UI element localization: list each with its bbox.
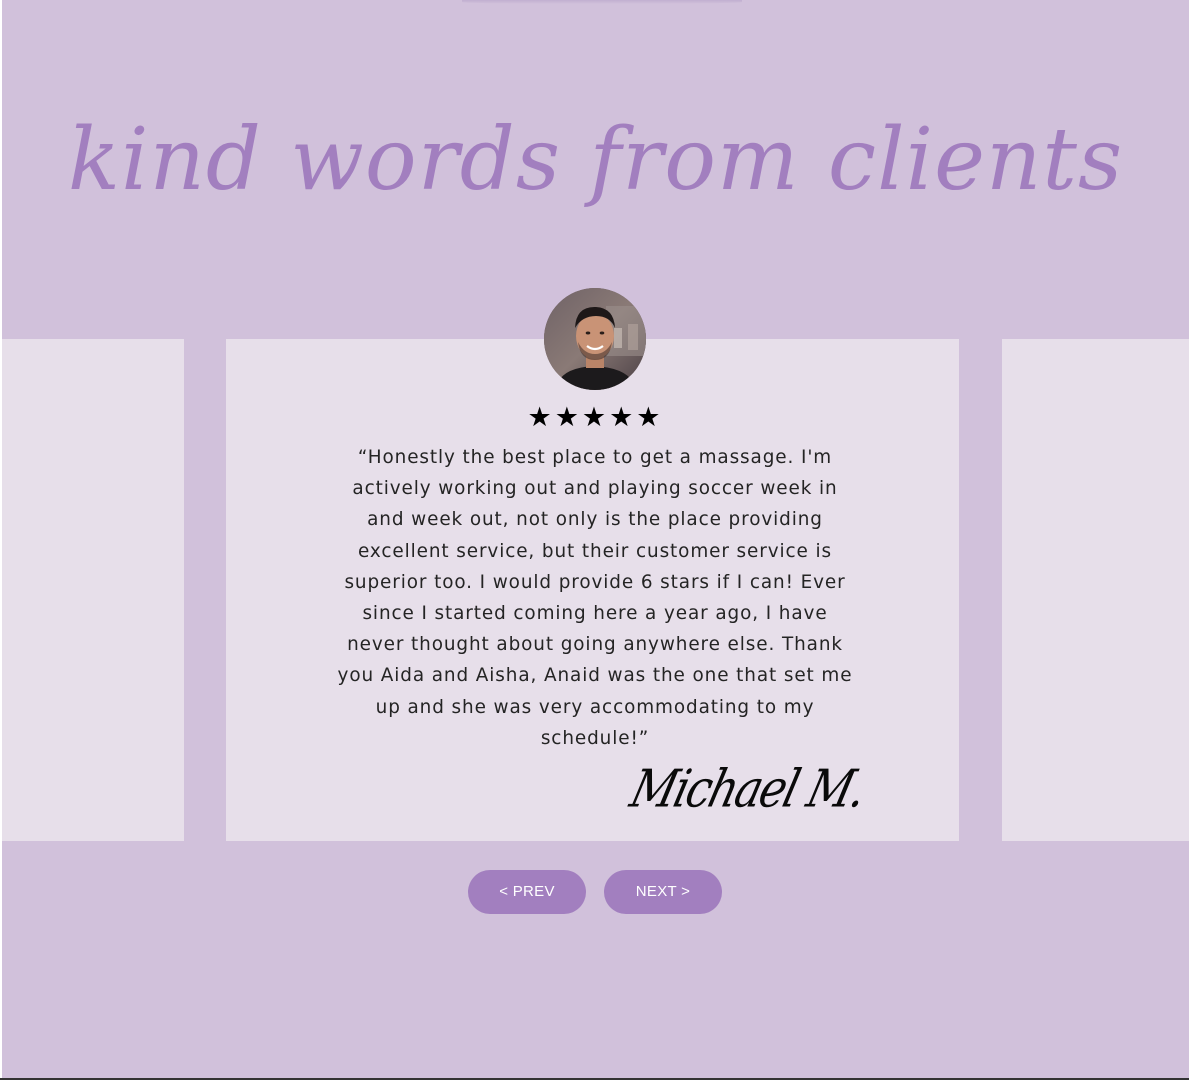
section-heading: kind words from clients [67,110,1124,210]
testimonial-quote: “Honestly the best place to get a massag… [337,447,853,749]
star-rating: ★★★★★ [527,402,664,433]
author-signature: Michael M. [624,759,872,820]
testimonials-section: kind words from clients ★★★★★ “Honestly … [2,0,1189,1078]
client-photo [544,288,646,390]
client-avatar [544,288,646,390]
top-shadow [462,0,742,4]
page-left-edge [0,0,2,1078]
prev-button[interactable]: < PREV [468,870,586,914]
next-button[interactable]: NEXT > [604,870,722,914]
